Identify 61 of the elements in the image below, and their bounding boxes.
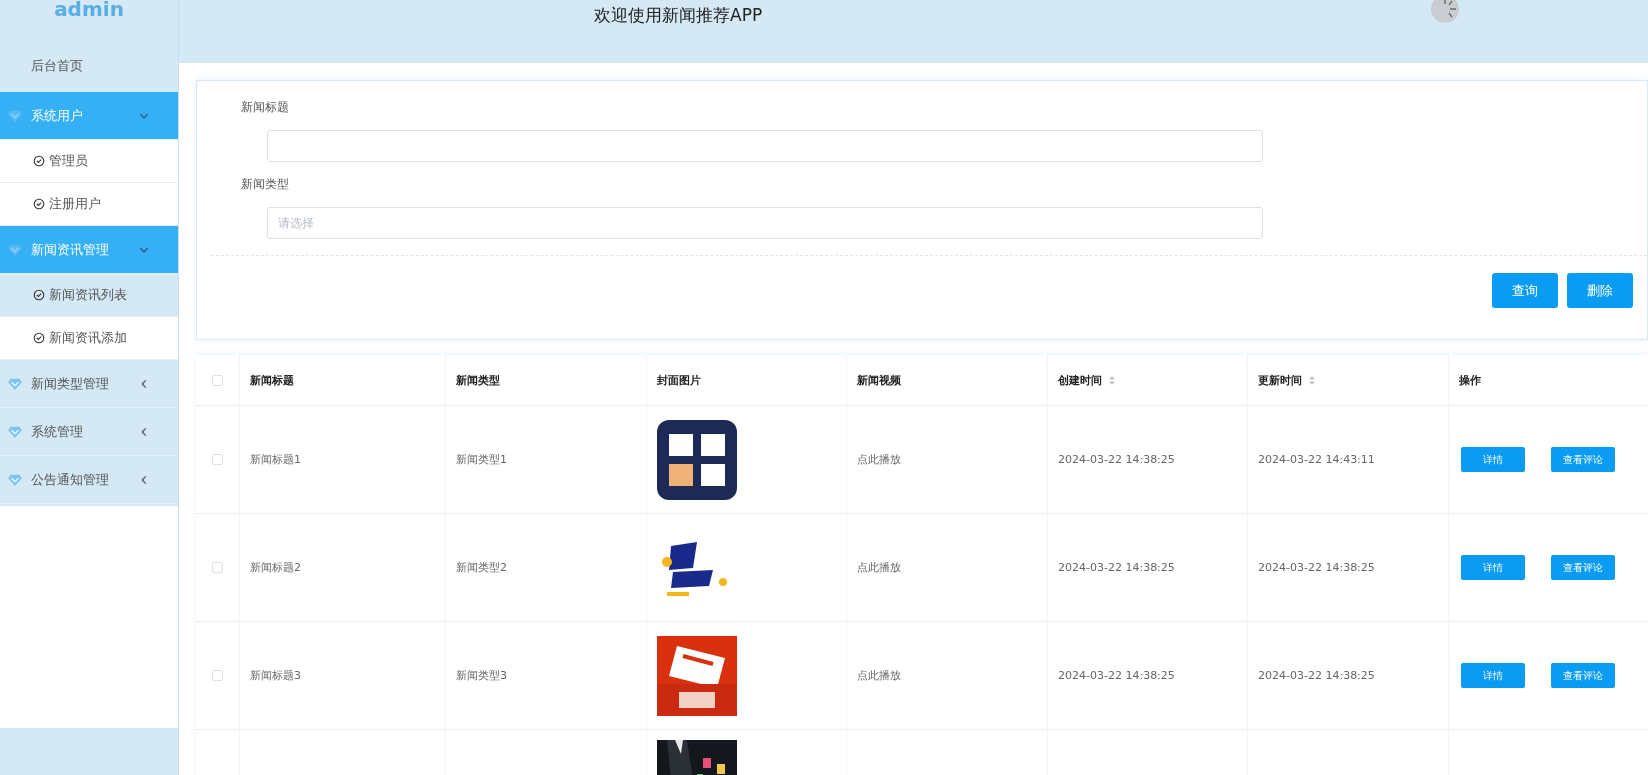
column-header: 新闻类型 [456,372,500,388]
brand-name: admin [54,0,124,19]
sort-icon[interactable] [1108,374,1116,386]
table-cell: 点此播放 [857,668,901,683]
check-circle-icon [33,198,45,210]
table-cell: 2024-03-22 14:38:25 [1058,561,1175,574]
checkbox[interactable] [212,454,223,465]
menu-group[interactable]: 新闻类型管理 [0,360,178,408]
action-button[interactable]: 查询 [1492,273,1558,308]
column-header: 新闻视频 [857,372,901,388]
table-cell: 新闻类型3 [456,668,507,683]
column-header: 更新时间 [1258,372,1302,388]
sidebar-item[interactable]: 后台首页 [0,40,178,92]
sort-icon[interactable] [1308,374,1316,386]
menu-group[interactable]: 系统管理 [0,408,178,456]
gem-icon [8,473,22,486]
table-cell: 新闻类型2 [456,560,507,575]
action-button[interactable]: 删除 [1567,273,1633,308]
field-label: 新闻标题 [241,99,289,116]
table-cell: 2024-03-22 14:38:25 [1058,669,1175,682]
gem-icon [8,377,22,390]
table-cell: 2024-03-22 14:38:25 [1258,561,1375,574]
check-circle-icon [33,332,45,344]
submenu-item[interactable]: 注册用户 [0,183,178,226]
table-cell: 2024-03-22 14:38:25 [1058,453,1175,466]
select-field[interactable]: 请选择 [267,207,1263,239]
submenu-item[interactable]: 管理员 [0,140,178,183]
check-circle-icon [33,155,45,167]
table-cell: 点此播放 [857,560,901,575]
row-action-button[interactable]: 详情 [1461,663,1525,688]
gem-icon [8,243,22,256]
submenu-item[interactable]: 新闻资讯添加 [0,317,178,360]
checkbox[interactable] [212,670,223,681]
checkbox[interactable] [212,562,223,573]
table-cell: 新闻标题1 [250,452,301,467]
table-cell: 新闻标题2 [250,560,301,575]
menu-group[interactable]: 公告通知管理 [0,456,178,504]
row-action-button[interactable]: 详情 [1461,555,1525,580]
gem-icon [8,425,22,438]
table-cell: 2024-03-22 14:43:11 [1258,453,1375,466]
check-circle-icon [33,289,45,301]
column-header: 操作 [1459,372,1481,388]
app-title: 欢迎使用新闻推荐APP [594,4,763,27]
table-cell: 新闻标题3 [250,668,301,683]
menu-group[interactable]: 系统用户 [0,92,178,140]
input-field[interactable] [267,130,1263,162]
table-cell: 新闻类型1 [456,452,507,467]
menu-group[interactable]: 新闻资讯管理 [0,226,178,274]
gem-icon [8,109,22,122]
column-header: 封面图片 [657,372,701,388]
row-action-button[interactable]: 查看评论 [1551,555,1615,580]
row-action-button[interactable]: 查看评论 [1551,447,1615,472]
table-cell: 2024-03-22 14:38:25 [1258,669,1375,682]
row-action-button[interactable]: 详情 [1461,447,1525,472]
column-header: 创建时间 [1058,372,1102,388]
loading-spinner-icon [1430,0,1461,24]
field-label: 新闻类型 [241,176,289,193]
table-cell: 点此播放 [857,452,901,467]
checkbox[interactable] [212,374,223,386]
row-action-button[interactable]: 查看评论 [1551,663,1615,688]
column-header: 新闻标题 [250,372,294,388]
